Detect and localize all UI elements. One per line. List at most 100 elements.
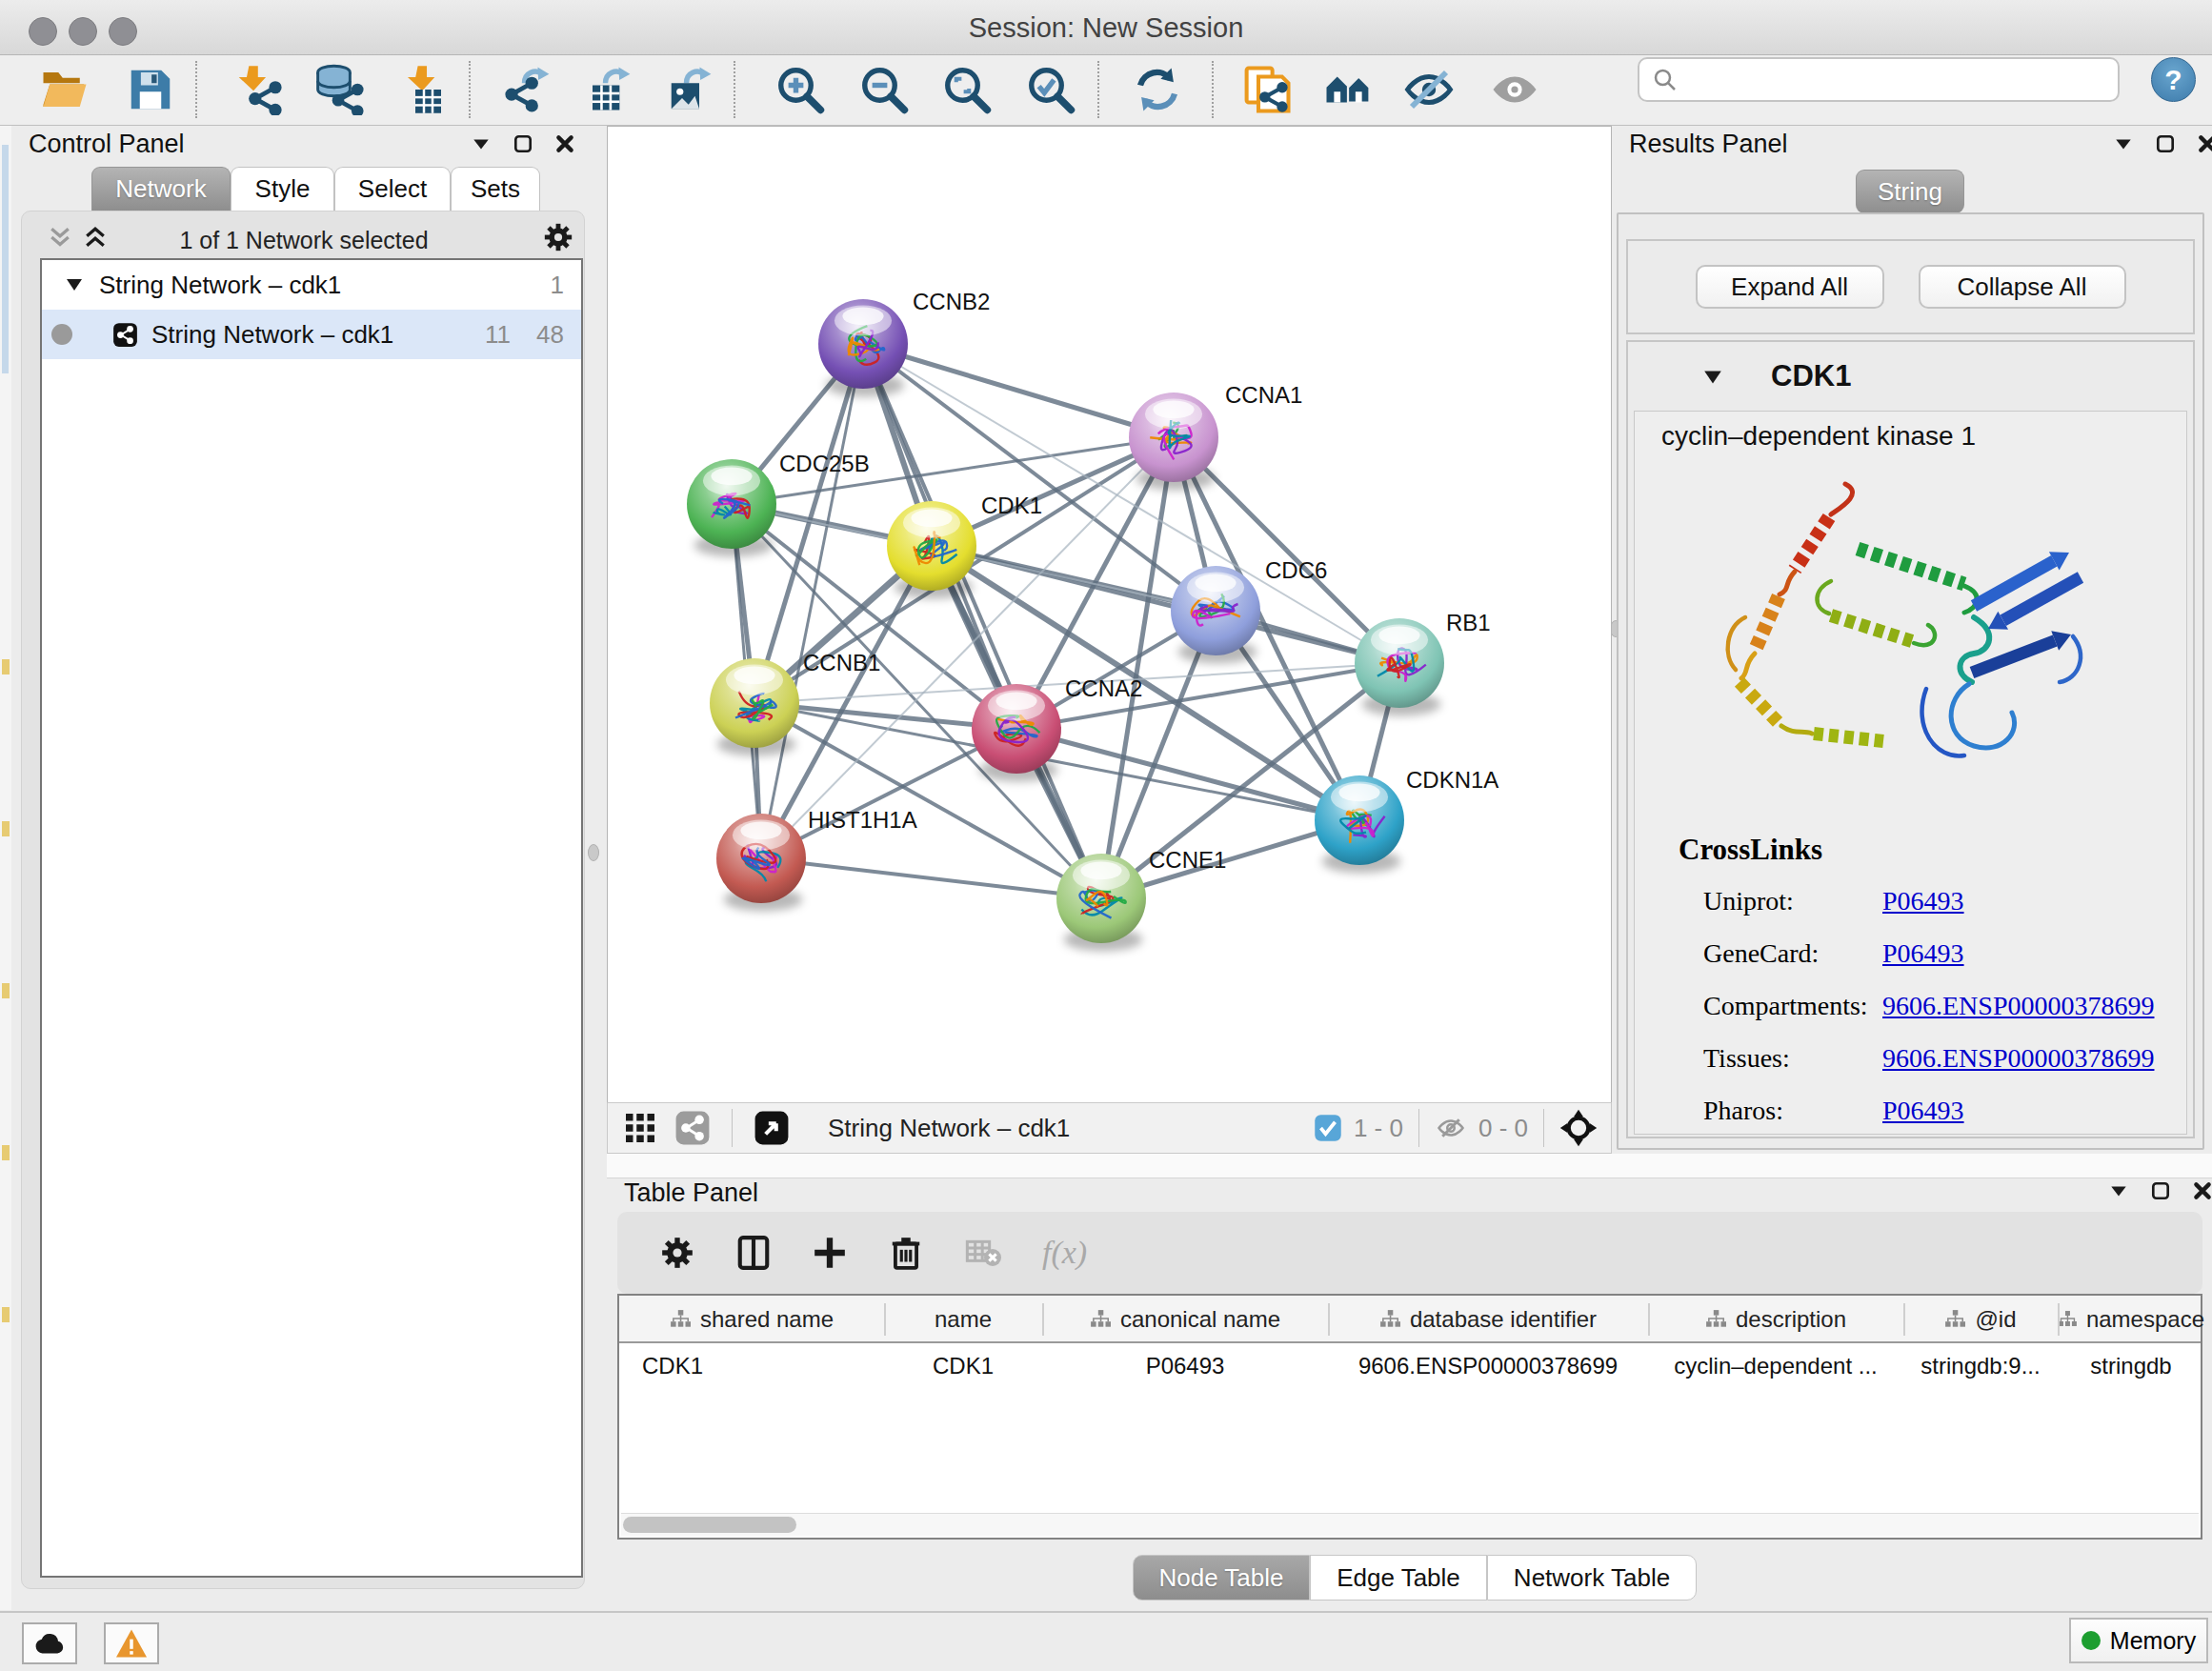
birds-eye-view-icon[interactable] (754, 1110, 790, 1146)
network-node-CCNB2[interactable]: CCNB2 (818, 289, 990, 396)
maximize-panel-icon[interactable] (513, 133, 533, 154)
save-session-button[interactable] (125, 64, 176, 115)
selected-nodes-checkbox-icon[interactable] (1314, 1114, 1342, 1142)
export-image-button[interactable] (665, 64, 716, 115)
maximize-panel-icon[interactable] (2150, 1180, 2171, 1201)
add-column-icon[interactable] (812, 1235, 848, 1271)
show-columns-icon[interactable] (735, 1235, 772, 1271)
column-header-namespace[interactable]: namespace (2058, 1296, 2204, 1343)
network-edge-CCNB2-CCNA1[interactable] (863, 344, 1174, 437)
collapse-all-button[interactable]: Collapse All (1919, 265, 2126, 309)
hide-selected-button[interactable] (1403, 64, 1455, 115)
search-input[interactable] (1679, 67, 2099, 93)
network-node-CCNA1[interactable]: CCNA1 (1129, 382, 1302, 490)
cloud-status-button[interactable] (22, 1622, 77, 1664)
network-canvas[interactable]: CCNB2CCNA1CDC25BCDK1CDC6RB1CCNB1CCNA2CDK… (607, 126, 1612, 1102)
network-edge-CCNB2-HIST1H1A[interactable] (761, 344, 863, 858)
crosslink-value-link[interactable]: P06493 (1882, 1096, 1964, 1126)
zoom-window-button[interactable] (109, 17, 137, 46)
table-cell[interactable]: stringdb (2058, 1347, 2204, 1385)
network-node-HIST1H1A[interactable]: HIST1H1A (716, 807, 917, 911)
minimize-window-button[interactable] (69, 17, 97, 46)
table-panel-splitter[interactable] (607, 1154, 2212, 1178)
zoom-out-button[interactable] (858, 64, 910, 115)
float-panel-icon[interactable] (2108, 1180, 2129, 1201)
delete-column-icon[interactable] (888, 1235, 924, 1271)
copy-network-button[interactable] (1241, 64, 1293, 115)
network-node-RB1[interactable]: RB1 (1355, 610, 1491, 715)
column-header-name[interactable]: name (884, 1296, 1042, 1343)
gene-expander-icon[interactable] (1702, 369, 1723, 386)
float-panel-icon[interactable] (471, 133, 492, 154)
table-cell[interactable]: 9606.ENSP00000378699 (1328, 1347, 1648, 1385)
left-splitter-handle[interactable] (588, 844, 599, 861)
column-header-database-identifier[interactable]: database identifier (1328, 1296, 1648, 1343)
tab-network[interactable]: Network (91, 167, 231, 211)
tab-select[interactable]: Select (334, 167, 451, 211)
crosslink-value-link[interactable]: 9606.ENSP00000378699 (1882, 1043, 2154, 1074)
table-cell[interactable]: cyclin–dependent ... (1648, 1347, 1903, 1385)
column-header-canonical-name[interactable]: canonical name (1042, 1296, 1328, 1343)
tab-edge-table[interactable]: Edge Table (1310, 1555, 1487, 1601)
table-cell[interactable]: P06493 (1042, 1347, 1328, 1385)
import-network-from-database-button[interactable] (312, 64, 364, 115)
close-panel-icon[interactable] (2197, 133, 2212, 154)
crosslink-value-link[interactable]: P06493 (1882, 938, 1964, 969)
table-options-gear-icon[interactable] (659, 1235, 695, 1271)
zoom-in-button[interactable] (774, 64, 826, 115)
memory-button[interactable]: Memory (2069, 1618, 2208, 1663)
table-horizontal-scrollbar[interactable] (621, 1513, 2199, 1536)
first-neighbors-button[interactable] (1322, 64, 1374, 115)
import-network-button[interactable] (231, 64, 283, 115)
close-panel-icon[interactable] (554, 133, 575, 154)
maximize-panel-icon[interactable] (2155, 133, 2176, 154)
import-table-button[interactable] (398, 64, 450, 115)
network-node-CCNA2[interactable]: CCNA2 (972, 675, 1142, 781)
grid-view-icon[interactable] (623, 1111, 657, 1145)
table-cell[interactable]: CDK1 (619, 1347, 884, 1385)
column-header-description[interactable]: description (1648, 1296, 1903, 1343)
network-collection-row[interactable]: String Network – cdk1 1 (42, 260, 581, 310)
close-panel-icon[interactable] (2192, 1180, 2212, 1201)
crosslink-row: GeneCard:P06493 (1703, 927, 2180, 979)
table-cell[interactable]: stringdb:9... (1903, 1347, 2058, 1385)
network-edge-HIST1H1A-CCNE1[interactable] (761, 858, 1101, 898)
network-node-CDK1[interactable]: CDK1 (887, 493, 1042, 598)
pan-target-icon[interactable] (1559, 1109, 1598, 1147)
zoom-fit-button[interactable] (941, 64, 993, 115)
expand-all-button[interactable]: Expand All (1696, 265, 1884, 309)
close-window-button[interactable] (29, 17, 57, 46)
crosslink-value-link[interactable]: 9606.ENSP00000378699 (1882, 991, 2154, 1021)
tab-sets[interactable]: Sets (451, 167, 540, 211)
warning-status-button[interactable] (104, 1622, 159, 1664)
help-button[interactable]: ? (2151, 57, 2196, 102)
zoom-selected-button[interactable] (1025, 64, 1076, 115)
export-table-button[interactable] (584, 64, 635, 115)
export-network-button[interactable] (503, 64, 554, 115)
float-panel-icon[interactable] (2113, 133, 2134, 154)
tab-node-table[interactable]: Node Table (1133, 1555, 1310, 1601)
network-edge-CCNA1-HIST1H1A[interactable] (761, 437, 1174, 858)
column-header--id[interactable]: @id (1903, 1296, 2058, 1343)
scrollbar-thumb[interactable] (623, 1517, 796, 1533)
gene-description: cyclin–dependent kinase 1 (1661, 421, 1976, 452)
network-row-selected[interactable]: String Network – cdk1 11 48 (42, 310, 581, 359)
crosslink-value-link[interactable]: P06493 (1882, 886, 1964, 916)
network-options-gear-icon[interactable] (542, 221, 574, 253)
hidden-items-eye-icon (1435, 1114, 1467, 1142)
zoom-selected-icon (1025, 64, 1076, 115)
window-title: Session: New Session (0, 0, 2212, 55)
network-node-CDKN1A[interactable]: CDKN1A (1315, 767, 1498, 873)
refresh-button[interactable] (1132, 64, 1183, 115)
tab-string[interactable]: String (1856, 170, 1964, 213)
column-header-shared-name[interactable]: shared name (619, 1296, 884, 1343)
network-node-CCNE1[interactable]: CCNE1 (1056, 847, 1226, 951)
collection-expander-icon[interactable] (65, 277, 84, 292)
node-label-CDC25B: CDC25B (779, 451, 870, 476)
open-session-button[interactable] (39, 64, 90, 115)
table-cell[interactable]: CDK1 (884, 1347, 1042, 1385)
tab-style[interactable]: Style (231, 167, 334, 211)
network-view-icon[interactable] (674, 1110, 711, 1146)
show-all-button[interactable] (1489, 64, 1540, 115)
tab-network-table[interactable]: Network Table (1487, 1555, 1697, 1601)
